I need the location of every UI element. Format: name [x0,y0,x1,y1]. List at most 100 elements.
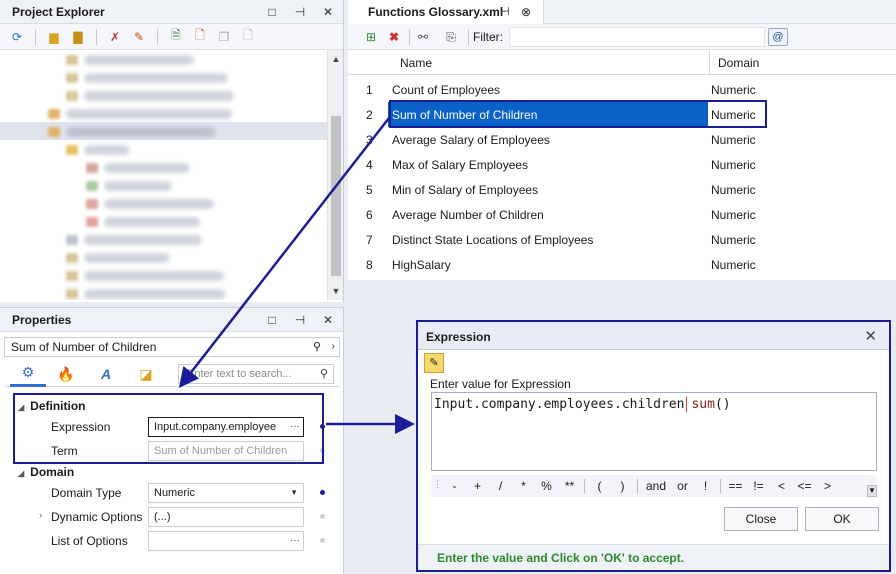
operator-modulo-button[interactable]: % [535,479,558,493]
tab-events-flame-icon[interactable]: 🔥 [48,361,84,387]
close-icon[interactable]: ✕ [321,308,335,332]
table-row[interactable]: 8 HighSalary Numeric [348,252,896,277]
tab-properties-gear-icon[interactable]: ⚙ [10,361,46,387]
category-domain[interactable]: ◢ Domain [18,465,74,479]
maximize-icon[interactable]: □ [265,0,279,24]
operator-power-button[interactable]: ** [558,479,581,493]
expression-editor[interactable]: Input.company.employees.children sum() [431,392,877,471]
add-row-icon[interactable]: ⊞ [362,28,380,46]
pin-icon[interactable]: ⊣ [293,0,307,24]
delete-icon[interactable]: ✗ [106,28,124,46]
footer-hint: Enter the value and Click on 'OK' to acc… [437,551,685,565]
operator-open-paren-button[interactable]: ( [588,479,611,493]
expand-chevron-icon[interactable]: › [39,510,42,520]
expression-dialog-title-bar: Expression ✕ [418,322,889,350]
table-row[interactable]: 6 Average Number of Children Numeric [348,202,896,227]
operator-less-equal-button[interactable]: <= [793,479,816,493]
ellipsis-button-icon[interactable]: ··· [290,532,300,550]
tab-functions-glossary[interactable]: Functions Glossary.xml ⊣ ⊗ [348,0,544,24]
scroll-thumb[interactable] [331,116,341,276]
project-tree[interactable] [0,50,327,300]
properties-title-bar: Properties □ ⊣ ✕ [0,308,343,332]
add-folder-icon[interactable]: ▇ [69,28,87,46]
operator-greater-than-button[interactable]: > [816,479,839,493]
operator-not-button[interactable]: ! [694,479,717,493]
glossary-toolbar: ⊞ ✖ ⚯ ⎘ Filter: @ [348,24,896,50]
table-row[interactable]: 4 Max of Salary Employees Numeric [348,152,896,177]
chevron-down-icon[interactable]: ▼ [290,484,298,502]
explorer-toolbar: ⟳ ▆ ▇ ✗ ✎ 🗎 🗋 ❐ 🗋 [0,24,343,50]
list-options-label: List of Options [51,534,128,548]
expression-function: sum() [686,397,731,412]
remove-file-icon[interactable]: 🗋 [239,28,257,46]
domain-type-dot-icon [320,490,325,495]
functions-glossary-document: Functions Glossary.xml ⊣ ⊗ ⊞ ✖ ⚯ ⎘ Filte… [348,0,896,280]
search-icon[interactable]: ⚲ [320,365,328,383]
new-file-icon[interactable]: 🗎 [167,28,185,46]
delete-row-icon[interactable]: ✖ [385,28,403,46]
project-explorer-title: Project Explorer [12,5,105,19]
tab-text-icon[interactable]: A [88,361,124,387]
operator-multiply-button[interactable]: * [512,479,535,493]
property-search-placeholder: Enter text to search... [187,368,292,380]
property-search-input[interactable]: Enter text to search... ⚲ [178,364,334,384]
list-options-field[interactable]: ··· [148,531,304,551]
domain-type-select[interactable]: Numeric ▼ [148,483,304,503]
edit-icon[interactable]: ✎ [130,28,148,46]
pin-icon[interactable]: ⊣ [293,308,307,332]
properties-pane: Properties □ ⊣ ✕ Sum of Number of Childr… [0,307,344,574]
ok-button[interactable]: OK [805,507,879,531]
new-folder-icon[interactable]: ▆ [45,28,63,46]
dynamic-options-field[interactable]: (...) [148,507,304,527]
filter-label: Filter: [473,30,503,44]
tab-add-item-icon[interactable]: ◪ [128,361,164,387]
operator-minus-button[interactable]: - [443,479,466,493]
grid-header: Name Domain [348,50,896,75]
operator-close-paren-button[interactable]: ) [611,479,634,493]
table-row[interactable]: 5 Min of Salary of Employees Numeric [348,177,896,202]
column-header-name[interactable]: Name [400,56,432,70]
document-tab-strip: Functions Glossary.xml ⊣ ⊗ [348,0,896,24]
explorer-scrollbar[interactable]: ▲ ▼ [327,50,343,300]
object-selector[interactable]: Sum of Number of Children ⚲ › [4,337,340,357]
grip-icon: ⋮ [433,479,442,489]
object-selector-value: Sum of Number of Children [11,340,157,354]
operator-not-equals-button[interactable]: != [747,479,770,493]
definition-highlight-box [13,393,324,464]
chevron-right-icon[interactable]: › [332,338,335,356]
operator-divide-button[interactable]: / [489,479,512,493]
scroll-up-icon[interactable]: ▲ [328,54,344,64]
scroll-down-icon[interactable]: ▼ [328,286,344,296]
refresh-icon[interactable]: ⟳ [8,28,26,46]
operator-equals-button[interactable]: == [724,479,747,493]
close-tab-icon[interactable]: ⊗ [521,0,531,24]
wizard-wand-icon[interactable]: ✎ [424,353,444,373]
dynamic-options-label: › Dynamic Options [39,510,143,524]
close-icon[interactable]: ✕ [864,327,877,345]
table-row[interactable]: 1 Count of Employees Numeric [348,77,896,102]
column-header-domain[interactable]: Domain [718,56,759,70]
dynamic-options-dot-icon [320,514,325,519]
close-icon[interactable]: ✕ [321,0,335,24]
table-row[interactable]: 7 Distinct State Locations of Employees Nu… [348,227,896,252]
project-explorer-pane: Project Explorer □ ⊣ ✕ ⟳ ▆ ▇ ✗ ✎ 🗎 🗋 ❐ 🗋 [0,0,344,302]
copy-icon[interactable]: ❐ [215,28,233,46]
project-explorer-title-bar: Project Explorer □ ⊣ ✕ [0,0,343,24]
toolbar-overflow-icon[interactable]: ▼ [867,485,877,497]
collapse-triangle-icon[interactable]: ◢ [18,469,24,478]
filter-input[interactable] [509,27,765,47]
operator-less-than-button[interactable]: < [770,479,793,493]
new-document-icon[interactable]: 🗋 [191,28,209,46]
operator-and-button[interactable]: and [641,479,671,493]
table-row[interactable]: 3 Average Salary of Employees Numeric [348,127,896,152]
operator-plus-button[interactable]: + [466,479,489,493]
close-button[interactable]: Close [724,507,798,531]
pin-icon[interactable]: ⊣ [500,0,510,24]
filter-options-icon[interactable]: @ [768,28,788,46]
maximize-icon[interactable]: □ [265,308,279,332]
selected-row-highlight-box [389,100,767,128]
search-icon[interactable]: ⚲ [313,338,321,356]
link-icon[interactable]: ⚯ [414,28,432,46]
export-icon[interactable]: ⎘ [442,28,460,46]
operator-or-button[interactable]: or [671,479,694,493]
